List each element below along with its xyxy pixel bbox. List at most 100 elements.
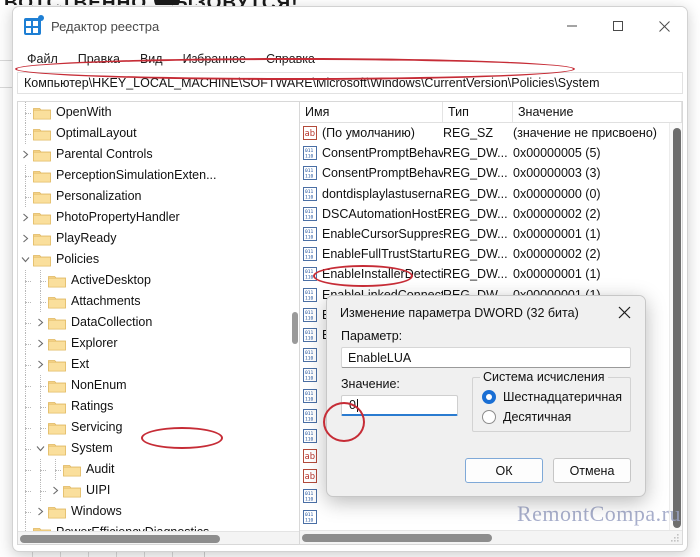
- menu-item-edit[interactable]: Правка: [78, 52, 120, 66]
- cell-value-name: 011110 EnableInstallerDetection: [300, 267, 443, 282]
- tree-item-datacollection[interactable]: DataCollection: [18, 312, 299, 333]
- tree-item-label: Servicing: [71, 420, 123, 434]
- tree-item-ext[interactable]: Ext: [18, 354, 299, 375]
- ok-button[interactable]: ОК: [465, 458, 543, 483]
- tree-item-policies[interactable]: Policies: [18, 249, 299, 270]
- value-name-text: ConsentPromptBehaviorUser: [322, 166, 443, 181]
- svg-text:011: 011: [305, 350, 314, 356]
- dword-value-icon: 011 110: [303, 489, 317, 504]
- param-name-input[interactable]: EnableLUA: [341, 347, 631, 368]
- chevron-right-icon[interactable]: [18, 207, 33, 228]
- list-vertical-scrollbar[interactable]: [669, 123, 682, 530]
- tree-item-nonenum[interactable]: NonEnum: [18, 375, 299, 396]
- tree-item-openwith[interactable]: OpenWith: [18, 102, 299, 123]
- tree-guide-line: [18, 396, 33, 417]
- cell-value-type: REG_SZ: [443, 126, 494, 141]
- svg-text:011: 011: [305, 391, 314, 397]
- svg-text:110: 110: [305, 436, 314, 442]
- list-horizontal-scrollbar[interactable]: [300, 530, 682, 544]
- tree-guide-line: [18, 522, 33, 531]
- tree-item-audit[interactable]: Audit: [18, 459, 299, 480]
- table-row[interactable]: 011110 dontdisplaylastusernameREG_DW... 0x…: [300, 184, 669, 204]
- tree-item-perceptionsimulationexten[interactable]: PerceptionSimulationExten...: [18, 165, 299, 186]
- radio-hexadecimal[interactable]: Шестнадцатеричная: [482, 390, 622, 404]
- chevron-right-icon[interactable]: [18, 144, 33, 165]
- column-header-name[interactable]: Имя: [300, 102, 443, 122]
- menu-item-help[interactable]: Справка: [266, 52, 315, 66]
- tree-guide-line: [18, 165, 33, 186]
- tree-item-servicing[interactable]: Servicing: [18, 417, 299, 438]
- radio-button-icon[interactable]: [482, 410, 497, 424]
- registry-editor-window: Редактор реестра Файл Правка Вид Избранн…: [12, 6, 688, 552]
- value-data-input[interactable]: 0: [341, 395, 459, 416]
- chevron-down-icon[interactable]: [33, 438, 48, 459]
- tree-horizontal-scrollbar[interactable]: [18, 531, 299, 544]
- tree-item-uipi[interactable]: UIPI: [18, 480, 299, 501]
- svg-text:ab: ab: [305, 451, 315, 461]
- menu-item-view[interactable]: Вид: [140, 52, 163, 66]
- chevron-right-icon[interactable]: [33, 354, 48, 375]
- tree-item-powerefficiencydiagnostics[interactable]: PowerEfficiencyDiagnostics: [18, 522, 299, 531]
- chevron-right-icon[interactable]: [48, 480, 63, 501]
- radio-button-icon[interactable]: [482, 390, 497, 404]
- table-row[interactable]: 011110 EnableCursorSuppressionREG_DW... 0x…: [300, 224, 669, 244]
- table-row[interactable]: 011110 DSCAutomationHostEnabl...REG_DW...…: [300, 204, 669, 224]
- chevron-right-icon[interactable]: [33, 333, 48, 354]
- tree-item-personalization[interactable]: Personalization: [18, 186, 299, 207]
- tree-item-explorer[interactable]: Explorer: [18, 333, 299, 354]
- resize-grip-icon[interactable]: [669, 532, 680, 543]
- tree-guide-line: [18, 459, 33, 480]
- svg-text:011: 011: [305, 209, 314, 215]
- tree-item-windows[interactable]: Windows: [18, 501, 299, 522]
- list-horizontal-scroll-thumb[interactable]: [302, 534, 492, 542]
- column-header-value[interactable]: Значение: [513, 102, 682, 122]
- menu-item-favorites[interactable]: Избранное: [183, 52, 246, 66]
- menu-item-file[interactable]: Файл: [27, 52, 58, 66]
- chevron-right-icon[interactable]: [18, 228, 33, 249]
- table-row[interactable]: 011110 EnableFullTrustStartupTasksREG_DW.…: [300, 244, 669, 264]
- radio-decimal[interactable]: Десятичная: [482, 410, 622, 424]
- close-icon[interactable]: [603, 296, 645, 329]
- list-vertical-scroll-thumb[interactable]: [673, 128, 681, 528]
- address-bar-input[interactable]: Компьютер\HKEY_LOCAL_MACHINE\SOFTWARE\Mi…: [17, 72, 683, 94]
- tree-guide-line: [33, 396, 48, 417]
- close-icon[interactable]: [641, 7, 687, 45]
- string-value-icon: ab: [303, 126, 317, 141]
- chevron-down-icon[interactable]: [18, 249, 33, 270]
- cancel-button[interactable]: Отмена: [553, 458, 631, 483]
- tree-item-playready[interactable]: PlayReady: [18, 228, 299, 249]
- chevron-right-icon[interactable]: [33, 312, 48, 333]
- table-row[interactable]: 011110EnableInstallerDetectionREG_DW...0…: [300, 264, 669, 284]
- tree-item-activedesktop[interactable]: ActiveDesktop: [18, 270, 299, 291]
- cell-value-name: 011110 DSCAutomationHostEnabl...: [300, 206, 443, 221]
- table-row[interactable]: 011110 ConsentPromptBehaviorAd...REG_DW..…: [300, 143, 669, 163]
- maximize-icon[interactable]: [595, 7, 641, 45]
- tree-vertical-scroll-thumb[interactable]: [292, 312, 298, 344]
- tree-item-system[interactable]: System: [18, 438, 299, 459]
- folder-icon: [33, 148, 51, 162]
- tree-item-ratings[interactable]: Ratings: [18, 396, 299, 417]
- cell-value-name: 011110 ConsentPromptBehaviorAd...: [300, 146, 443, 161]
- minimize-icon[interactable]: [549, 7, 595, 45]
- tree-horizontal-scroll-thumb[interactable]: [20, 535, 220, 543]
- tree-vertical-scrollbar[interactable]: [291, 102, 299, 531]
- tree-guide-line: [18, 417, 33, 438]
- svg-text:011: 011: [305, 148, 314, 154]
- dword-value-icon: 011 110: [303, 327, 317, 342]
- column-header-type[interactable]: Тип: [443, 102, 513, 122]
- tree-guide-line: [48, 459, 63, 480]
- table-row[interactable]: 011110 ConsentPromptBehaviorUserREG_DW...…: [300, 163, 669, 183]
- table-row[interactable]: ab (По умолчанию) REG_SZ (значение не присв…: [300, 123, 669, 143]
- tree-item-optimallayout[interactable]: OptimalLayout: [18, 123, 299, 144]
- chevron-right-icon[interactable]: [33, 501, 48, 522]
- tree-item-attachments[interactable]: Attachments: [18, 291, 299, 312]
- tree-item-parental-controls[interactable]: Parental Controls: [18, 144, 299, 165]
- registry-editor-icon: [24, 14, 44, 35]
- radix-group-legend: Система исчисления: [480, 370, 608, 384]
- tree-item-photopropertyhandler[interactable]: PhotoPropertyHandler: [18, 207, 299, 228]
- tree-item-label: PerceptionSimulationExten...: [56, 168, 217, 182]
- value-name-text: ConsentPromptBehaviorAd...: [322, 146, 443, 161]
- dialog-title: Изменение параметра DWORD (32 бита): [340, 305, 579, 320]
- svg-text:011: 011: [305, 512, 314, 518]
- value-label: Значение:: [341, 377, 400, 391]
